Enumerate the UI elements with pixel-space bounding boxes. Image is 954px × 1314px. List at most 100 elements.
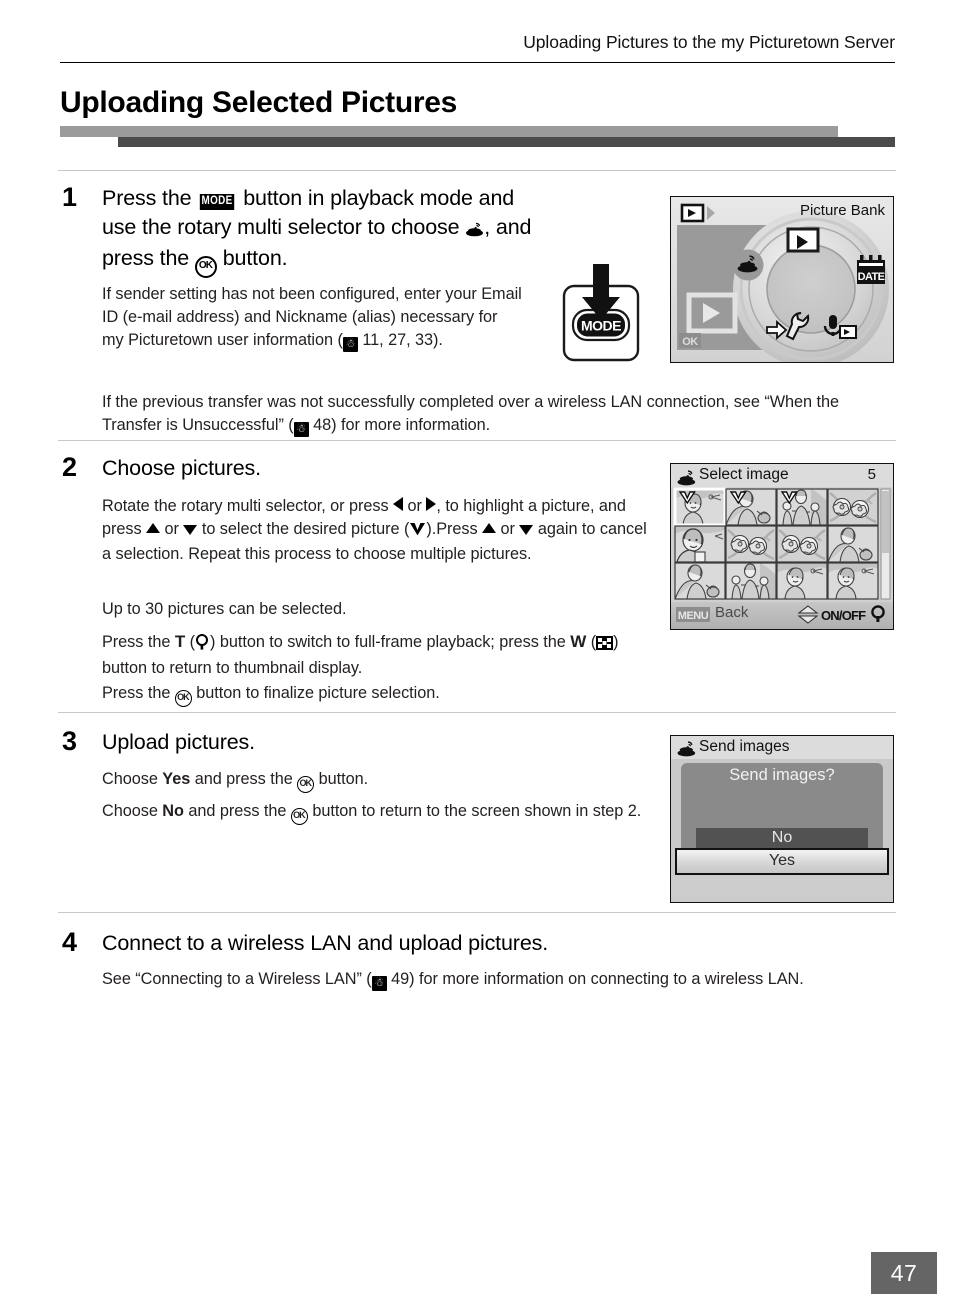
screen-send-images-option-yes[interactable]: Yes	[671, 852, 893, 870]
screen-select-image-title: Select image	[699, 466, 789, 483]
title-bar-light	[60, 126, 838, 137]
screen-picture-bank-title: Picture Bank	[799, 202, 885, 219]
step-1-body-2: If the previous transfer was not success…	[102, 391, 902, 438]
s3-t4: Choose	[102, 802, 163, 820]
step-4-heading: Connect to a wireless LAN and upload pic…	[102, 931, 549, 955]
step-2-paragraph-1: Rotate the rotary multi selector, or pre…	[102, 495, 647, 566]
separator-after-step-2	[58, 712, 896, 713]
step-2-number: 2	[62, 452, 78, 482]
screen-select-image-back-label: Back	[715, 604, 749, 621]
step-1-text-1: If sender setting has not been configure…	[102, 285, 522, 350]
reference-book-icon: ☃	[371, 976, 387, 991]
manual-page: Uploading Pictures to the my Picturetown…	[0, 0, 954, 1314]
step-1-paragraph-2: If the previous transfer was not success…	[102, 391, 902, 438]
tele-button-label: T	[174, 632, 186, 651]
s3-t1: Choose	[102, 770, 163, 788]
step-4-paragraph-1: See “Connecting to a Wireless LAN” (☃ 49…	[102, 968, 892, 991]
step-2-paragraph-4: Press the T ( ) button to switch to full-…	[102, 630, 662, 680]
ok-button-icon: OK	[174, 690, 192, 707]
yes-option-label: Yes	[162, 770, 191, 788]
s3-t5: and press the	[183, 802, 291, 820]
s2-t11: (	[185, 633, 196, 651]
svg-text:ON/OFF: ON/OFF	[821, 608, 866, 623]
s4-ref: 49	[391, 970, 410, 988]
s4-t2: ) for more information on connecting to …	[409, 970, 804, 988]
s2-t12: ) button to switch to full-frame playbac…	[210, 633, 571, 651]
screen-send-images-title: Send images	[699, 738, 790, 755]
up-arrow-icon	[146, 523, 161, 534]
s2-t4: or	[160, 520, 184, 539]
s4-t1: See “Connecting to a Wireless LAN” (	[102, 970, 372, 988]
wide-button-label: W	[570, 632, 587, 651]
screen-select-image: MENU ON/OFF Select image 5 Back	[670, 463, 894, 630]
step-3-heading: Upload pictures.	[102, 730, 255, 754]
step-1-heading-text-a: Press the	[102, 186, 198, 210]
screen-send-images-option-no[interactable]: No	[671, 829, 893, 847]
separator-after-step-1	[58, 440, 896, 441]
ok-button-icon: OK	[290, 808, 308, 825]
step-3-paragraph-2: Choose No and press the OK button to ret…	[102, 800, 647, 825]
send-images-icon	[465, 216, 484, 245]
step-2-paragraph-3: Up to 30 pictures can be selected.	[102, 600, 347, 618]
down-arrow-icon	[519, 525, 534, 536]
reference-book-icon: ☃	[293, 422, 309, 438]
mode-button-icon: MODE	[200, 193, 235, 210]
step-1-ref-2: 48) for more information.	[313, 416, 491, 435]
s3-t2: and press the	[190, 770, 298, 788]
step-3-number: 3	[62, 726, 78, 756]
separator-top	[58, 170, 896, 171]
step-1-body-1: If sender setting has not been configure…	[102, 283, 522, 353]
step-3-body-2: Choose No and press the OK button to ret…	[102, 800, 647, 825]
screen-select-image-count: 5	[867, 466, 876, 483]
ok-button-icon: OK	[194, 256, 217, 279]
s2-t2: or	[403, 497, 427, 515]
down-arrow-icon	[183, 525, 198, 536]
s2-t7: Press	[436, 520, 483, 539]
step-4-number: 4	[62, 927, 78, 957]
s2-t15: Press the	[102, 684, 175, 702]
step-1-paragraph-1: If sender setting has not been configure…	[102, 283, 522, 353]
s2-t8: or	[496, 520, 520, 539]
s3-t3: button.	[314, 770, 369, 788]
right-arrow-icon	[426, 497, 437, 511]
step-2-heading: Choose pictures.	[102, 456, 261, 480]
left-arrow-icon	[393, 497, 404, 511]
ok-button-icon: OK	[297, 776, 315, 793]
s2-t10: Press the	[102, 633, 175, 651]
separator-after-step-3	[58, 912, 896, 913]
running-header-title: Uploading Pictures to the my Picturetown…	[523, 32, 895, 52]
step-2-body-4: Press the OK button to finalize picture …	[102, 682, 662, 707]
header-rule	[60, 62, 895, 64]
screen-send-images: Send images Send images? No Yes	[670, 735, 894, 903]
step-3-paragraph-1: Choose Yes and press the OK button.	[102, 768, 647, 793]
magnifier-icon	[195, 634, 210, 657]
step-2-body-2: Up to 30 pictures can be selected.	[102, 598, 647, 621]
step-2-body: Rotate the rotary multi selector, or pre…	[102, 495, 647, 566]
page-title: Uploading Selected Pictures	[60, 86, 458, 119]
step-1-heading: Press the MODE button in playback mode a…	[102, 184, 532, 279]
step-1-number: 1	[62, 182, 78, 212]
step-2-paragraph-5: Press the OK button to finalize picture …	[102, 682, 662, 707]
s2-t1: Rotate the rotary multi selector, or pre…	[102, 497, 394, 515]
thumbnail-view-icon	[596, 634, 614, 657]
s2-t5: to select the desired picture (	[197, 520, 410, 539]
selection-check-icon	[409, 520, 426, 543]
step-1-heading-text-d: button.	[216, 246, 288, 271]
reference-book-icon: ☃	[342, 337, 358, 353]
step-4-body: See “Connecting to a Wireless LAN” (☃ 49…	[102, 968, 892, 991]
svg-text:DATE: DATE	[858, 271, 885, 283]
s2-t16: button to finalize picture selection.	[191, 684, 440, 702]
title-bar-dark	[118, 137, 895, 147]
svg-text:MENU: MENU	[678, 610, 709, 622]
step-2-body-3: Press the T ( ) button to switch to full-…	[102, 630, 662, 680]
step-3-body-1: Choose Yes and press the OK button.	[102, 768, 647, 793]
screen-picture-bank: DATE OK Picture Bank	[670, 196, 894, 363]
s2-t13: (	[586, 633, 597, 651]
page-number: 47	[871, 1252, 937, 1294]
up-arrow-icon	[482, 523, 497, 534]
svg-text:OK: OK	[682, 336, 698, 348]
s2-t6: ).	[426, 520, 437, 539]
no-option-label: No	[162, 802, 184, 820]
step-1-ref-1: 11, 27, 33).	[362, 331, 443, 350]
s3-t6: button to return to the screen shown in …	[307, 802, 642, 820]
